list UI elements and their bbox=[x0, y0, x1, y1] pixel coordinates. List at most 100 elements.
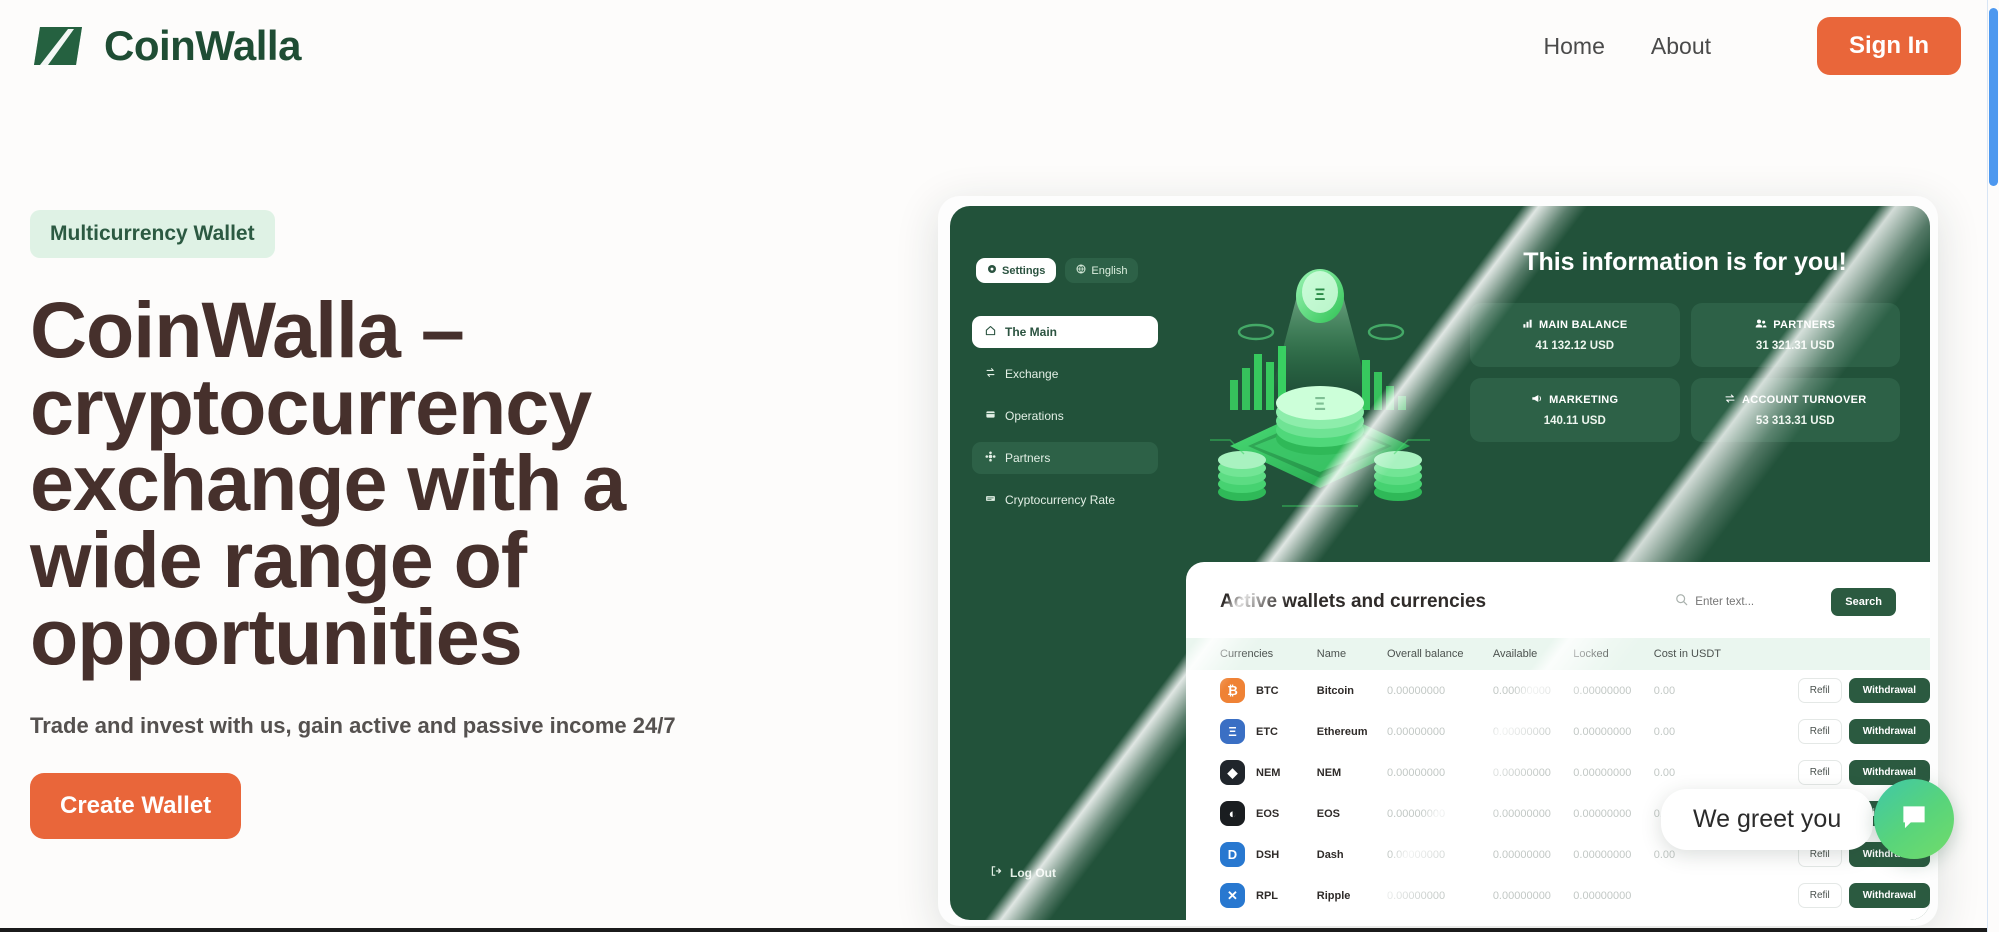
cell-overall-balance: 0.00000000 bbox=[1387, 889, 1446, 902]
table-title: Active wallets and currencies bbox=[1220, 591, 1487, 612]
ripple-icon: ✕ bbox=[1220, 883, 1245, 908]
col-currencies: Currencies bbox=[1220, 648, 1274, 660]
logout-button[interactable]: Log Out bbox=[990, 865, 1056, 880]
bitcoin-icon: ₿ bbox=[1220, 678, 1245, 703]
page-scrollbar-thumb[interactable] bbox=[1989, 8, 1998, 186]
info-panel-title: This information is for you! bbox=[1523, 248, 1847, 276]
sidebar-item-operations[interactable]: Operations bbox=[972, 400, 1158, 432]
stat-label: MAIN BALANCE bbox=[1476, 318, 1674, 332]
stat-card-partners: PARTNERS 31 321.31 USD bbox=[1690, 303, 1900, 367]
cell-locked: 0.00000000 bbox=[1573, 766, 1632, 779]
sidebar-item-label: The Main bbox=[1005, 325, 1058, 339]
col-available: Available bbox=[1492, 648, 1538, 660]
refil-button[interactable]: Refil bbox=[1797, 719, 1842, 744]
col-locked: Locked bbox=[1573, 648, 1609, 660]
chat-bubble-icon bbox=[1897, 800, 1931, 839]
cell-name: Bitcoin bbox=[1316, 684, 1355, 697]
nav-links: Home About Sign In bbox=[1544, 17, 1999, 75]
create-wallet-button[interactable]: Create Wallet bbox=[30, 773, 242, 840]
page-title: CoinWalla – cryptocurrency exchange with… bbox=[30, 285, 626, 681]
currency-code: BTC bbox=[1256, 684, 1279, 697]
cell-actions: RefilWithdrawal bbox=[1747, 711, 1930, 752]
sidebar-item-exchange[interactable]: Exchange bbox=[972, 358, 1158, 390]
col-overall-balance: Overall balance bbox=[1387, 648, 1464, 660]
refil-button[interactable]: Refil bbox=[1797, 678, 1842, 703]
search-icon bbox=[1675, 593, 1688, 611]
cell-currency: D DSH bbox=[1186, 834, 1317, 875]
cell-overall-balance: 0.00000000 bbox=[1387, 684, 1446, 697]
stat-label-text: PARTNERS bbox=[1773, 319, 1836, 331]
partners-icon bbox=[985, 451, 996, 465]
cell-cost-usdt: 0.00 bbox=[1653, 766, 1676, 779]
nav-link-about[interactable]: About bbox=[1651, 33, 1711, 60]
refil-button[interactable]: Refil bbox=[1797, 760, 1842, 785]
settings-chip[interactable]: Settings bbox=[976, 258, 1057, 283]
brand-logo[interactable]: CoinWalla bbox=[30, 22, 301, 70]
cell-locked: 0.00000000 bbox=[1573, 684, 1632, 697]
cell-available: 0.00000000 bbox=[1492, 848, 1551, 861]
cell-locked: 0.00000000 bbox=[1573, 807, 1632, 820]
cell-available: 0.00000000 bbox=[1492, 684, 1551, 697]
withdrawal-button[interactable]: Withdrawal bbox=[1848, 883, 1930, 908]
search-button[interactable]: Search bbox=[1831, 588, 1896, 616]
cell-overall-balance: 0.00000000 bbox=[1387, 848, 1446, 861]
stat-card-marketing: MARKETING 140.11 USD bbox=[1470, 378, 1680, 442]
cell-currency: ₿ BTC bbox=[1186, 670, 1317, 711]
stat-card-account-turnover: ACCOUNT TURNOVER 53 313.31 USD bbox=[1690, 378, 1900, 442]
table-header-row: Active wallets and currencies Search bbox=[1186, 562, 1930, 616]
settings-chip-label: Settings bbox=[1002, 264, 1046, 277]
svg-text:Ξ: Ξ bbox=[1314, 394, 1326, 414]
search-input[interactable] bbox=[1695, 596, 1816, 608]
cell-currency: ✕ RPL bbox=[1186, 875, 1317, 916]
wallets-table: Currencies Name Overall balance Availabl… bbox=[1186, 638, 1930, 916]
gear-icon bbox=[987, 264, 997, 277]
sidebar-item-the-main[interactable]: The Main bbox=[972, 316, 1158, 348]
wallets-table-card: Active wallets and currencies Search Cur… bbox=[1186, 562, 1930, 920]
col-actions bbox=[1747, 638, 1930, 670]
stat-label-text: MARKETING bbox=[1549, 394, 1619, 406]
stat-label: PARTNERS bbox=[1697, 318, 1895, 332]
cell-locked: 0.00000000 bbox=[1573, 848, 1632, 861]
currency-code: DSH bbox=[1256, 848, 1280, 861]
viewport-bottom-edge bbox=[0, 928, 1987, 932]
withdrawal-button[interactable]: Withdrawal bbox=[1848, 719, 1930, 744]
stat-value: 41 132.12 USD bbox=[1535, 340, 1615, 352]
table-search-area: Search bbox=[1675, 588, 1896, 616]
search-field[interactable] bbox=[1675, 593, 1816, 611]
page-scrollbar-track[interactable] bbox=[1987, 0, 1999, 932]
refil-button[interactable]: Refil bbox=[1797, 883, 1842, 908]
cell-available: 0.00000000 bbox=[1492, 889, 1551, 902]
cell-actions: RefilWithdrawal bbox=[1747, 670, 1930, 711]
cell-cost-usdt: 0.00 bbox=[1653, 684, 1676, 697]
language-chip[interactable]: English bbox=[1065, 258, 1139, 283]
col-name: Name bbox=[1316, 648, 1347, 660]
table-header-row-cells: Currencies Name Overall balance Availabl… bbox=[1186, 638, 1930, 670]
transfer-icon bbox=[1724, 393, 1736, 407]
eos-icon: ◐ bbox=[1220, 801, 1245, 826]
stat-label-text: ACCOUNT TURNOVER bbox=[1741, 394, 1867, 406]
info-panel: This information is for you! MAIN BALANC… bbox=[1470, 248, 1900, 442]
sidebar-item-cryptocurrency-rate[interactable]: Cryptocurrency Rate bbox=[972, 484, 1158, 516]
cell-overall-balance: 0.00000000 bbox=[1387, 766, 1446, 779]
cell-available: 0.00000000 bbox=[1492, 766, 1551, 779]
cell-locked: 0.00000000 bbox=[1573, 725, 1632, 738]
table-row: Ξ ETC Ethereum 0.00000000 0.00000000 0.000000… bbox=[1186, 711, 1930, 752]
sidebar-chip-row: Settings English bbox=[976, 258, 1139, 283]
chat-launcher-button[interactable] bbox=[1874, 779, 1954, 859]
withdrawal-button[interactable]: Withdrawal bbox=[1848, 678, 1930, 703]
cell-name: EOS bbox=[1316, 807, 1340, 820]
sign-in-button[interactable]: Sign In bbox=[1817, 17, 1961, 75]
sidebar-item-label: Operations bbox=[1005, 409, 1064, 423]
logout-label: Log Out bbox=[1010, 865, 1056, 880]
cell-currency: ◆ NEM bbox=[1186, 752, 1317, 793]
crypto-coins-illustration: Ξ Ξ bbox=[1186, 240, 1454, 540]
dash-icon: D bbox=[1220, 842, 1245, 867]
cell-cost-usdt bbox=[1654, 875, 1747, 916]
cell-available: 0.00000000 bbox=[1492, 725, 1551, 738]
table-row: ₿ BTC Bitcoin 0.00000000 0.00000000 0.0000000… bbox=[1186, 670, 1930, 711]
dashboard-sidebar: Settings English The Main Exchange Opera… bbox=[950, 206, 1180, 920]
sidebar-item-partners[interactable]: Partners bbox=[972, 442, 1158, 474]
nav-link-home[interactable]: Home bbox=[1544, 33, 1605, 60]
cell-available: 0.00000000 bbox=[1492, 807, 1551, 820]
cell-name: Ripple bbox=[1316, 889, 1351, 902]
